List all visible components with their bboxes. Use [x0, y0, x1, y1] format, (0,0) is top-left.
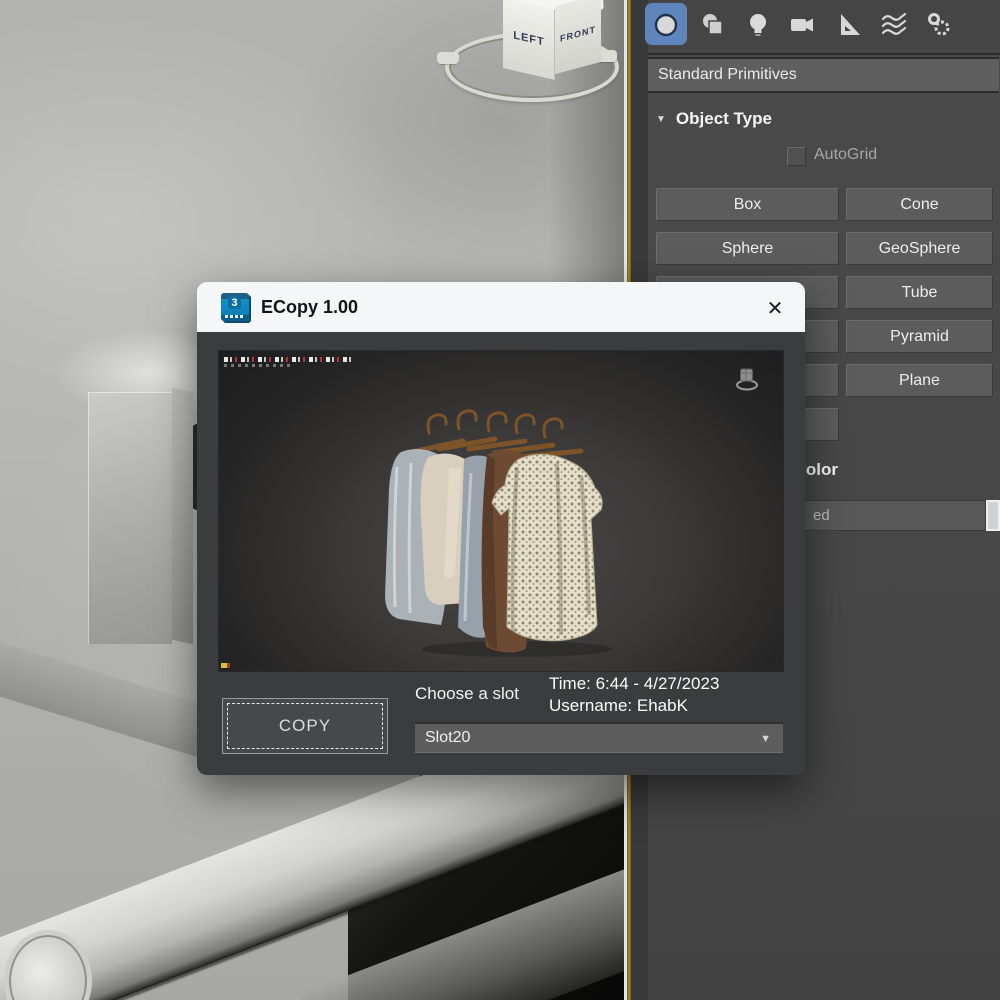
- space-warps-icon[interactable]: [880, 11, 908, 39]
- copy-button-label: COPY: [278, 716, 332, 735]
- time-label: Time: 6:44 - 4/27/2023: [549, 674, 720, 693]
- cameras-icon[interactable]: [788, 11, 816, 39]
- orbit-cube-icon: [733, 365, 761, 393]
- corner-artifact: [221, 663, 235, 668]
- helpers-icon[interactable]: [835, 11, 863, 39]
- viewcube-front-label: FRONT: [560, 24, 596, 44]
- illegible-overlay-text: [224, 364, 294, 367]
- choose-slot-label: Choose a slot: [415, 684, 519, 703]
- systems-icon[interactable]: [925, 11, 953, 39]
- cone-button[interactable]: Cone: [846, 188, 993, 221]
- viewcube-left-face[interactable]: LEFT: [503, 0, 555, 81]
- geosphere-button[interactable]: GeoSphere: [846, 232, 993, 265]
- object-type-title: Object Type: [675, 109, 772, 128]
- viewcube-front-face[interactable]: FRONT: [555, 0, 601, 75]
- clothes-preview-image: [218, 350, 784, 672]
- dialog-title-bar[interactable]: 3 ECopy 1.00 ✕: [197, 282, 805, 332]
- clothes-on-hangers: [367, 397, 657, 662]
- object-color-swatch[interactable]: [986, 500, 1000, 531]
- wall-beam: [0, 638, 226, 761]
- slot-dropdown-value: Slot20: [425, 729, 471, 746]
- autogrid-checkbox[interactable]: [787, 147, 806, 166]
- dialog-body: COPY Choose a slot Time: 6:44 - 4/27/202…: [197, 332, 805, 775]
- geometry-icon[interactable]: [652, 11, 680, 39]
- box-button[interactable]: Box: [656, 188, 839, 221]
- 3dsmax-screen: LEFT FRONT Standard Primitives ▼ Object …: [0, 0, 1000, 1000]
- lights-icon[interactable]: [744, 11, 772, 39]
- pyramid-button[interactable]: Pyramid: [846, 320, 993, 353]
- ecopy-dialog: 3 ECopy 1.00 ✕ COPY Choose a slot Time: …: [197, 282, 805, 775]
- dialog-title: ECopy 1.00: [261, 296, 359, 317]
- box-object-front: [88, 392, 172, 644]
- create-panel-toolbar: [645, 0, 1000, 55]
- object-type-rollout-header[interactable]: ▼ Object Type: [648, 100, 1000, 138]
- tube-button[interactable]: Tube: [846, 276, 993, 309]
- illegible-overlay-text: [224, 357, 352, 362]
- autogrid-label: AutoGrid: [814, 146, 878, 163]
- viewcube[interactable]: LEFT FRONT: [437, 0, 619, 102]
- box-object-side: [172, 387, 193, 645]
- 3dsmax-app-icon: 3: [221, 293, 249, 321]
- copy-button[interactable]: COPY: [222, 698, 388, 754]
- sphere-button[interactable]: Sphere: [656, 232, 839, 265]
- slot-dropdown[interactable]: Slot20 ▼: [415, 722, 783, 753]
- viewcube-ring-tab[interactable]: [437, 52, 459, 64]
- chevron-down-icon: ▼: [760, 733, 771, 745]
- viewcube-left-label: LEFT: [513, 29, 545, 49]
- primitives-category-label: Standard Primitives: [658, 66, 797, 83]
- close-icon[interactable]: ✕: [761, 294, 789, 322]
- shapes-icon[interactable]: [699, 11, 727, 39]
- primitives-category-dropdown[interactable]: Standard Primitives: [648, 57, 999, 93]
- username-label: Username: EhabK: [549, 696, 688, 715]
- object-name-value: ed: [813, 507, 830, 524]
- rollout-collapse-icon: ▼: [656, 113, 666, 125]
- plane-button[interactable]: Plane: [846, 364, 993, 397]
